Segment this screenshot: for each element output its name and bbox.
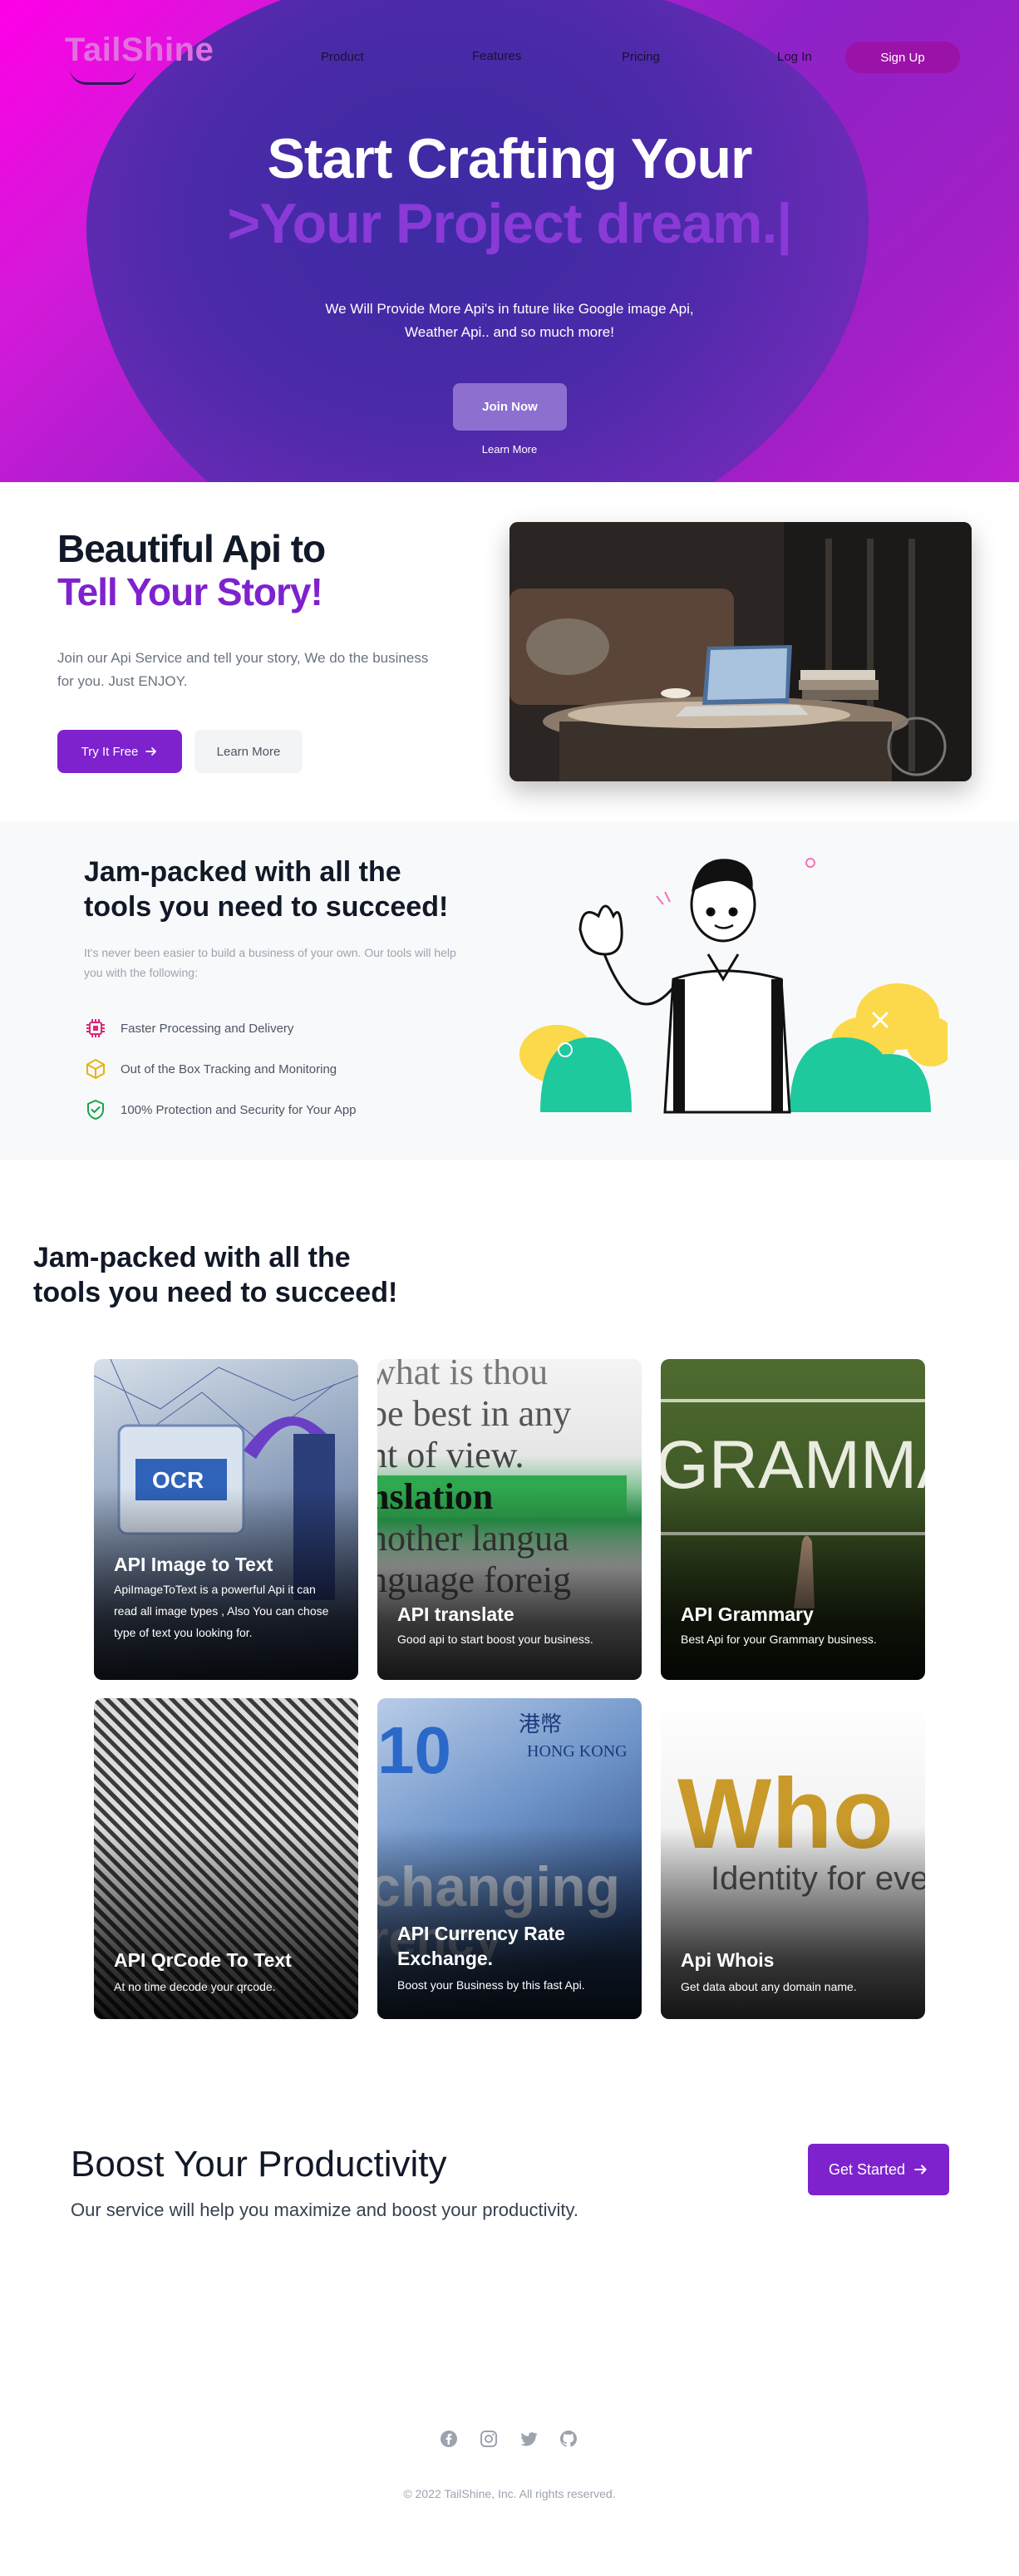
try-it-free-button[interactable]: Try It Free [57, 730, 182, 773]
logo-swoosh-icon [70, 68, 136, 85]
feature-label: Faster Processing and Delivery [121, 1021, 294, 1036]
story-title: Beautiful Api to Tell Your Story! [57, 527, 326, 613]
cta-section: Boost Your Productivity Our service will… [0, 2141, 1019, 2402]
join-now-button[interactable]: Join Now [453, 383, 567, 431]
svg-text:10: 10 [377, 1713, 451, 1787]
signup-button[interactable]: Sign Up [845, 42, 960, 73]
brand-logo[interactable]: TailShine [65, 32, 214, 69]
card-description: Good api to start boost your business. [397, 1633, 593, 1646]
arrow-right-icon [145, 747, 157, 756]
footer: © 2022 TailShine, Inc. All rights reserv… [0, 2402, 1019, 2562]
story-title-line2: Tell Your Story! [57, 570, 323, 613]
get-started-label: Get Started [828, 2160, 906, 2178]
hero-section: TailShine Product Features Pricing Log I… [0, 0, 1019, 482]
social-links [439, 2429, 578, 2449]
api-card-whois[interactable]: Who Identity for eve Api Whois Get data … [661, 1698, 925, 2019]
feature-label: 100% Protection and Security for Your Ap… [121, 1102, 357, 1117]
login-link[interactable]: Log In [777, 50, 812, 64]
get-started-button[interactable]: Get Started [808, 2144, 949, 2195]
svg-text:what is thou: what is thou [377, 1359, 548, 1392]
feature-item: 100% Protection and Security for Your Ap… [84, 1098, 357, 1121]
api-cards-title: Jam-packed with all the tools you need t… [33, 1242, 398, 1308]
cta-description: Our service will help you maximize and b… [71, 2199, 578, 2220]
card-description: At no time decode your qrcode. [114, 1980, 276, 1993]
nav-link-features[interactable]: Features [472, 49, 521, 63]
cube-icon [86, 1059, 105, 1079]
cta-title: Boost Your Productivity [71, 2144, 447, 2184]
waving-man-illustration [519, 858, 948, 1114]
feature-item: Out of the Box Tracking and Monitoring [84, 1057, 337, 1081]
twitter-icon[interactable] [519, 2429, 539, 2449]
instagram-icon[interactable] [479, 2429, 499, 2449]
story-title-line1: Beautiful Api to [57, 527, 326, 570]
story-section: Beautiful Api to Tell Your Story! Join o… [0, 482, 1019, 821]
copyright-text: © 2022 TailShine, Inc. All rights reserv… [403, 2487, 616, 2500]
story-description: Join our Api Service and tell your story… [57, 650, 429, 689]
shield-check-icon [87, 1100, 104, 1120]
card-shade [661, 1487, 925, 1680]
try-it-free-label: Try It Free [81, 744, 139, 759]
laptop-scene-image [510, 522, 972, 781]
hero-learn-more-link[interactable]: Learn More [0, 443, 1019, 456]
api-card-translate[interactable]: what is thou be best in any nt of view. … [377, 1359, 642, 1680]
top-navigation: TailShine Product Features Pricing Log I… [0, 0, 1019, 116]
api-card-qrcode[interactable]: API QrCode To Text At no time decode you… [94, 1698, 358, 2019]
svg-text:港幣: 港幣 [519, 1712, 562, 1736]
card-shade [377, 1487, 642, 1680]
tools-title: Jam-packed with all the tools you need t… [84, 856, 449, 923]
card-title: Api Whois [681, 1949, 775, 1971]
story-learn-more-button[interactable]: Learn More [194, 730, 303, 773]
feature-item: Faster Processing and Delivery [84, 1017, 293, 1040]
card-description: Boost your Business by this fast Api. [397, 1978, 585, 1992]
card-description: ApiImageToText is a powerful Api it can … [114, 1583, 329, 1639]
github-icon[interactable] [559, 2429, 578, 2449]
tools-section: Jam-packed with all the tools you need t… [0, 821, 1019, 1160]
tools-description: It's never been easier to build a busine… [84, 946, 456, 979]
api-card-grammary[interactable]: GRAMMAR API Grammary Best Api for your G… [661, 1359, 925, 1680]
hero-typed-text: >Your Project dream.| [227, 192, 793, 255]
hero-title: Start Crafting Your [267, 127, 753, 190]
svg-text:HONG KONG: HONG KONG [527, 1742, 628, 1761]
hero-description: We Will Provide More Api's in future lik… [325, 301, 694, 340]
laptop-photo [510, 522, 972, 781]
nav-link-product[interactable]: Product [321, 50, 364, 64]
facebook-icon[interactable] [439, 2429, 459, 2449]
card-title: API Image to Text [114, 1554, 273, 1575]
card-title: API Grammary [681, 1603, 814, 1625]
feature-label: Out of the Box Tracking and Monitoring [121, 1061, 337, 1076]
arrow-right-icon [914, 2165, 927, 2175]
card-title: API QrCode To Text [114, 1949, 292, 1971]
svg-text:nt of view.: nt of view. [377, 1435, 524, 1475]
chip-icon [86, 1019, 105, 1037]
nav-link-pricing[interactable]: Pricing [622, 50, 660, 64]
api-card-image-to-text[interactable]: OCR API Image to Text ApiImageToText is … [94, 1359, 358, 1680]
card-title: API translate [397, 1603, 514, 1625]
svg-text:be best in any: be best in any [377, 1393, 571, 1434]
api-cards-section: Jam-packed with all the tools you need t… [0, 1160, 1019, 2141]
card-description: Best Api for your Grammary business. [681, 1633, 877, 1646]
card-description: Get data about any domain name. [681, 1980, 857, 1993]
api-card-currency[interactable]: 港幣 HONG KONG 10 changing rency API Curre… [377, 1698, 642, 2019]
card-title: API Currency Rate Exchange. [397, 1923, 565, 1969]
